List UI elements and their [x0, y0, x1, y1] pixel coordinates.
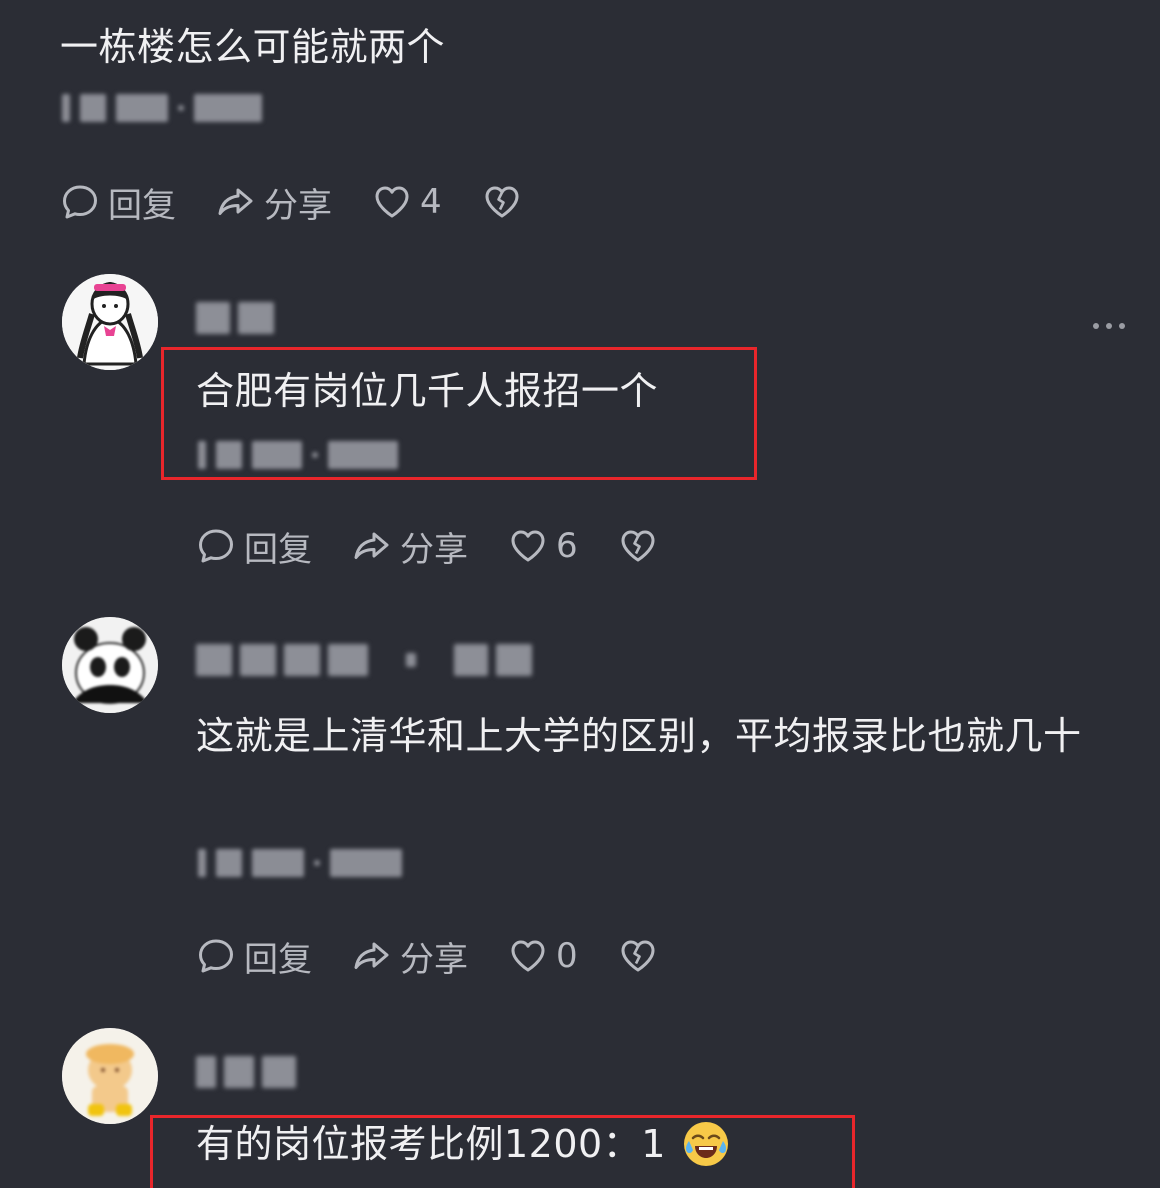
- dislike-button[interactable]: [618, 526, 658, 566]
- broken-heart-icon: [618, 526, 658, 566]
- reply-label: 回复: [108, 185, 176, 226]
- username[interactable]: [196, 298, 274, 338]
- comment-3-actions: 回复 分享 0: [196, 932, 698, 981]
- laughing-crying-emoji-icon: [683, 1122, 728, 1166]
- share-arrow-icon: [352, 936, 392, 976]
- comment-3-text: 这就是上清华和上大学的区别，平均报录比也就几十: [196, 714, 1082, 758]
- dislike-button[interactable]: [618, 936, 658, 976]
- heart-icon: [372, 182, 412, 222]
- comment-3-meta: [198, 845, 402, 881]
- comment-bubble-icon: [60, 182, 100, 222]
- username[interactable]: [196, 1052, 296, 1092]
- comment-4-text: 有的岗位报考比例1200：1: [196, 1122, 666, 1166]
- avatar-panda-image: [62, 617, 158, 713]
- avatar-cartoon-image: [62, 1028, 158, 1124]
- share-arrow-icon: [352, 526, 392, 566]
- broken-heart-icon: [618, 936, 658, 976]
- share-label: 分享: [264, 185, 332, 226]
- comment-2-actions: 回复 分享 6: [196, 522, 698, 571]
- like-count: 0: [556, 936, 578, 976]
- like-count: 6: [556, 526, 578, 566]
- avatar[interactable]: [62, 1028, 158, 1124]
- like-button[interactable]: 6: [508, 526, 578, 566]
- like-button[interactable]: 0: [508, 936, 578, 976]
- comment-bubble-icon: [196, 936, 236, 976]
- comment-2-text: 合肥有岗位几千人报招一个: [196, 369, 659, 413]
- heart-icon: [508, 526, 548, 566]
- comment-1-actions: 回复 分享 4: [60, 178, 562, 227]
- reply-button[interactable]: 回复: [60, 178, 176, 227]
- comment-1-meta: [62, 90, 262, 126]
- comment-4-text-row: 有的岗位报考比例1200：1: [196, 1113, 728, 1175]
- comment-1-text: 一栋楼怎么可能就两个: [60, 25, 446, 69]
- share-label: 分享: [400, 939, 468, 980]
- like-count: 4: [420, 182, 442, 222]
- share-button[interactable]: 分享: [352, 932, 468, 981]
- comment-bubble-icon: [196, 526, 236, 566]
- reply-button[interactable]: 回复: [196, 932, 312, 981]
- reply-label: 回复: [244, 529, 312, 570]
- heart-icon: [508, 936, 548, 976]
- share-arrow-icon: [216, 182, 256, 222]
- broken-heart-icon: [482, 182, 522, 222]
- share-button[interactable]: 分享: [352, 522, 468, 571]
- username[interactable]: [196, 640, 532, 680]
- share-label: 分享: [400, 529, 468, 570]
- reply-button[interactable]: 回复: [196, 522, 312, 571]
- more-dots-icon[interactable]: [1093, 323, 1125, 329]
- comment-2-meta: [198, 437, 398, 473]
- avatar[interactable]: [62, 274, 158, 370]
- dislike-button[interactable]: [482, 182, 522, 222]
- reply-label: 回复: [244, 939, 312, 980]
- avatar-girl-image: [62, 274, 158, 370]
- like-button[interactable]: 4: [372, 182, 442, 222]
- avatar[interactable]: [62, 617, 158, 713]
- share-button[interactable]: 分享: [216, 178, 332, 227]
